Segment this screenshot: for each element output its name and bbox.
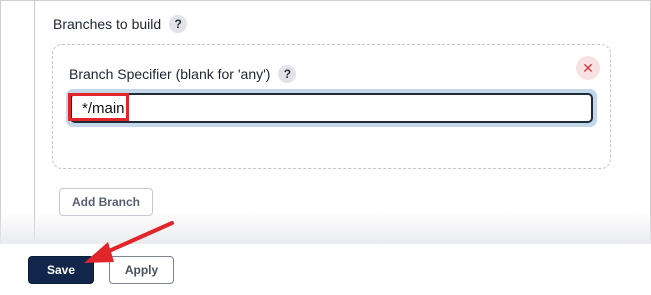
help-icon[interactable]: ? — [169, 15, 188, 33]
branch-specifier-input[interactable] — [70, 93, 593, 123]
save-button[interactable]: Save — [28, 256, 94, 284]
remove-branch-button[interactable]: ✕ — [576, 56, 600, 80]
branch-specifier-label: Branch Specifier (blank for 'any') — [69, 66, 271, 82]
section-guide-line — [34, 0, 35, 240]
branches-section-header: Branches to build ? — [53, 14, 188, 34]
branch-specifier-focus-ring — [66, 89, 597, 127]
help-icon[interactable]: ? — [278, 65, 297, 83]
branch-specifier-header: Branch Specifier (blank for 'any') ? — [69, 64, 297, 84]
footer-shadow — [0, 212, 651, 244]
section-title: Branches to build — [53, 16, 162, 32]
branch-card: Branch Specifier (blank for 'any') ? ✕ — [52, 44, 611, 169]
close-icon: ✕ — [582, 59, 594, 76]
apply-button[interactable]: Apply — [109, 256, 174, 284]
footer-bar — [0, 244, 651, 295]
